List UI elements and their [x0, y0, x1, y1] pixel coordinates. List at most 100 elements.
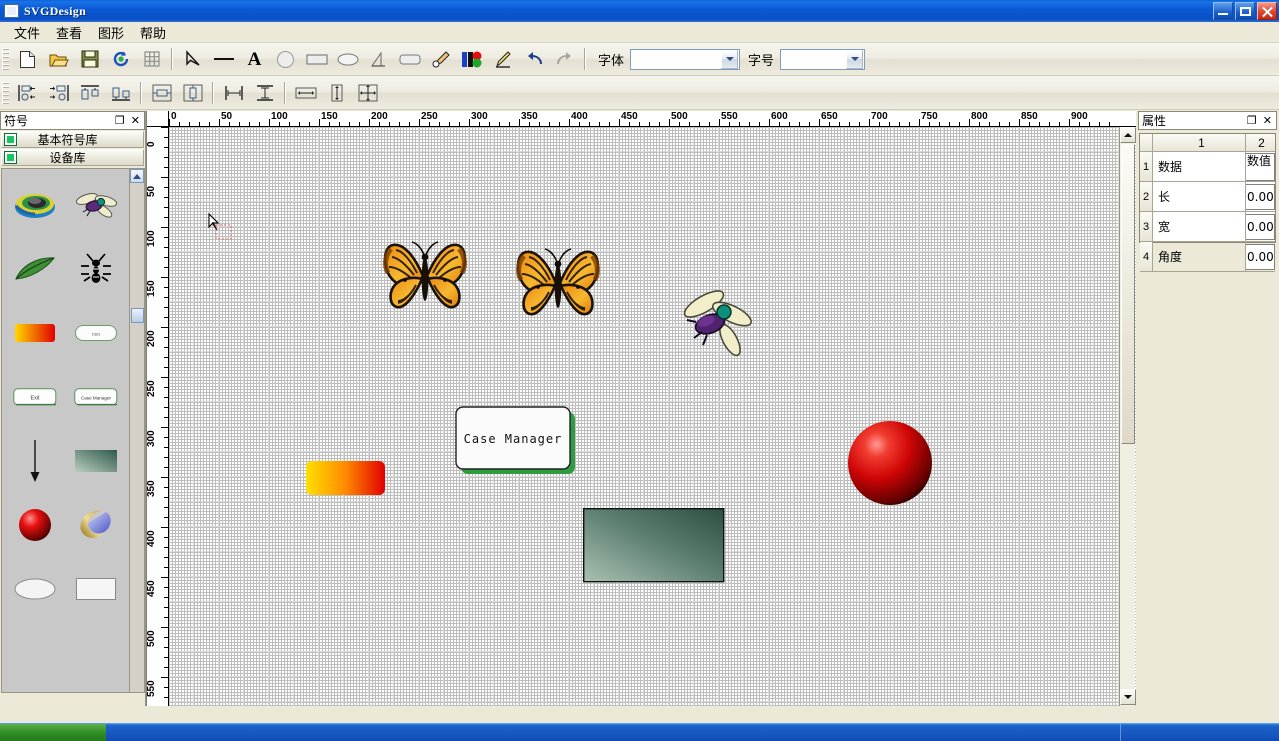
scroll-up-icon[interactable]	[1119, 127, 1136, 143]
align-bottom-icon[interactable]	[106, 79, 135, 106]
minimize-button[interactable]	[1213, 2, 1233, 20]
properties-grid[interactable]: 1 2 1 数据 数值 2 长 0.00 3 宽 0.00 4 角度 0.00	[1139, 133, 1276, 272]
canvas-green-rect[interactable]	[582, 507, 728, 591]
property-value-cell[interactable]: 0.00	[1246, 212, 1275, 242]
new-file-icon[interactable]	[13, 46, 42, 73]
close-icon[interactable]: ✕	[1263, 115, 1272, 126]
symbol-fly[interactable]	[66, 176, 126, 234]
symbol-green-rect[interactable]	[66, 432, 126, 490]
close-icon[interactable]: ✕	[131, 115, 140, 126]
font-family-combobox[interactable]	[630, 48, 741, 70]
align-top-icon[interactable]	[75, 79, 104, 106]
save-disk-icon[interactable]	[75, 46, 104, 73]
symbol-panel-scrollbar[interactable]	[129, 169, 144, 692]
redo-icon[interactable]	[550, 46, 579, 73]
table-row[interactable]: 2 长 0.00	[1140, 182, 1275, 212]
menu-file[interactable]: 文件	[6, 21, 48, 44]
property-value-cell[interactable]: 数值	[1246, 152, 1275, 182]
pen-tool-icon[interactable]	[488, 46, 517, 73]
taskbar-start-region[interactable]	[0, 724, 106, 741]
row-index: 3	[1140, 212, 1153, 242]
property-value[interactable]: 0.00	[1246, 213, 1275, 240]
rounded-rect-tool-icon[interactable]	[395, 46, 424, 73]
scroll-up-icon[interactable]	[130, 169, 144, 183]
align-center-vertical-icon[interactable]	[147, 79, 176, 106]
property-value[interactable]: 数值	[1246, 152, 1275, 181]
canvas-case-manager-box[interactable]: Case Manager	[455, 406, 579, 483]
polygon-tool-icon[interactable]	[364, 46, 393, 73]
ruler-minor-tick	[1099, 122, 1100, 126]
text-tool-icon[interactable]: A	[240, 46, 269, 73]
symbol-ant[interactable]	[66, 240, 126, 298]
color-fill-icon[interactable]	[457, 46, 486, 73]
distribute-horizontal-icon[interactable]	[219, 79, 248, 106]
library-devices[interactable]: 设备库	[1, 149, 144, 166]
toolbar-grip-2[interactable]	[2, 81, 9, 104]
column-header-1[interactable]: 1	[1153, 134, 1246, 152]
chevron-down-icon[interactable]	[846, 49, 864, 69]
distribute-vertical-icon[interactable]	[250, 79, 279, 106]
scroll-thumb[interactable]	[130, 308, 144, 323]
align-right-icon[interactable]	[44, 79, 73, 106]
ruler-minor-tick	[499, 122, 500, 126]
canvas-vertical-scrollbar[interactable]	[1119, 127, 1136, 708]
canvas-butterfly-2[interactable]	[514, 238, 602, 335]
symbol-exit-button[interactable]: Exit	[5, 368, 65, 426]
menu-help[interactable]: 帮助	[132, 21, 174, 44]
symbol-gold-blue-shape[interactable]	[66, 496, 126, 554]
menu-graphics[interactable]: 图形	[90, 21, 132, 44]
canvas[interactable]: Case Manager	[169, 127, 1136, 708]
canvas-red-sphere[interactable]	[847, 420, 937, 515]
menu-view[interactable]: 查看	[48, 21, 90, 44]
restore-icon[interactable]: ❐	[1247, 115, 1257, 126]
library-basic-symbols[interactable]: 基本符号库	[1, 131, 144, 148]
pencil-tool-icon[interactable]	[426, 46, 455, 73]
table-row[interactable]: 1 数据 数值	[1140, 152, 1275, 182]
open-folder-icon[interactable]	[44, 46, 73, 73]
line-tool-icon[interactable]	[209, 46, 238, 73]
canvas-fly[interactable]	[682, 282, 754, 367]
grid-icon[interactable]	[137, 46, 166, 73]
column-header-2[interactable]: 2	[1246, 134, 1275, 152]
taskbar[interactable]	[0, 723, 1279, 741]
align-left-icon[interactable]	[13, 79, 42, 106]
rectangle-tool-icon[interactable]	[302, 46, 331, 73]
same-width-icon[interactable]	[291, 79, 320, 106]
property-value-cell[interactable]: 0.00	[1246, 182, 1275, 212]
row-index: 2	[1140, 182, 1153, 212]
font-size-combobox[interactable]	[780, 48, 866, 70]
property-value-cell[interactable]: 0.00	[1246, 242, 1275, 272]
close-button[interactable]	[1257, 2, 1277, 20]
scroll-down-icon[interactable]	[1119, 689, 1136, 705]
symbol-nest[interactable]	[5, 176, 65, 234]
same-height-icon[interactable]	[322, 79, 351, 106]
property-value[interactable]: 0.00	[1246, 183, 1275, 210]
align-center-horizontal-icon[interactable]	[178, 79, 207, 106]
chevron-down-icon[interactable]	[721, 49, 739, 69]
canvas-butterfly-1[interactable]	[381, 231, 469, 328]
same-size-icon[interactable]	[353, 79, 382, 106]
symbol-rect-outline[interactable]	[66, 560, 126, 618]
canvas-gradient-rect[interactable]	[306, 461, 388, 504]
symbol-case-manager-button[interactable]: Case Manager	[66, 368, 126, 426]
vertical-scroll-thumb[interactable]	[1120, 144, 1135, 444]
toolbar-grip[interactable]	[2, 48, 9, 70]
maximize-button[interactable]	[1235, 2, 1255, 20]
symbol-gradient-bar[interactable]	[5, 304, 65, 362]
symbol-leaf[interactable]	[5, 240, 65, 298]
symbol-arrow-down[interactable]	[5, 432, 65, 490]
table-row[interactable]: 3 宽 0.00	[1140, 212, 1275, 242]
symbol-red-sphere[interactable]	[5, 496, 65, 554]
symbol-pill-button[interactable]: nnn	[66, 304, 126, 362]
symbol-panel-title: 符号	[4, 114, 29, 128]
select-arrow-icon[interactable]	[178, 46, 207, 73]
restore-icon[interactable]: ❐	[115, 115, 125, 126]
circle-tool-icon[interactable]	[271, 46, 300, 73]
undo-icon[interactable]	[519, 46, 548, 73]
ruler-minor-tick	[459, 122, 460, 126]
ellipse-tool-icon[interactable]	[333, 46, 362, 73]
table-row[interactable]: 4 角度 0.00	[1140, 242, 1275, 272]
property-value[interactable]: 0.00	[1246, 243, 1275, 270]
symbol-ellipse-outline[interactable]	[5, 560, 65, 618]
refresh-icon[interactable]	[106, 46, 135, 73]
